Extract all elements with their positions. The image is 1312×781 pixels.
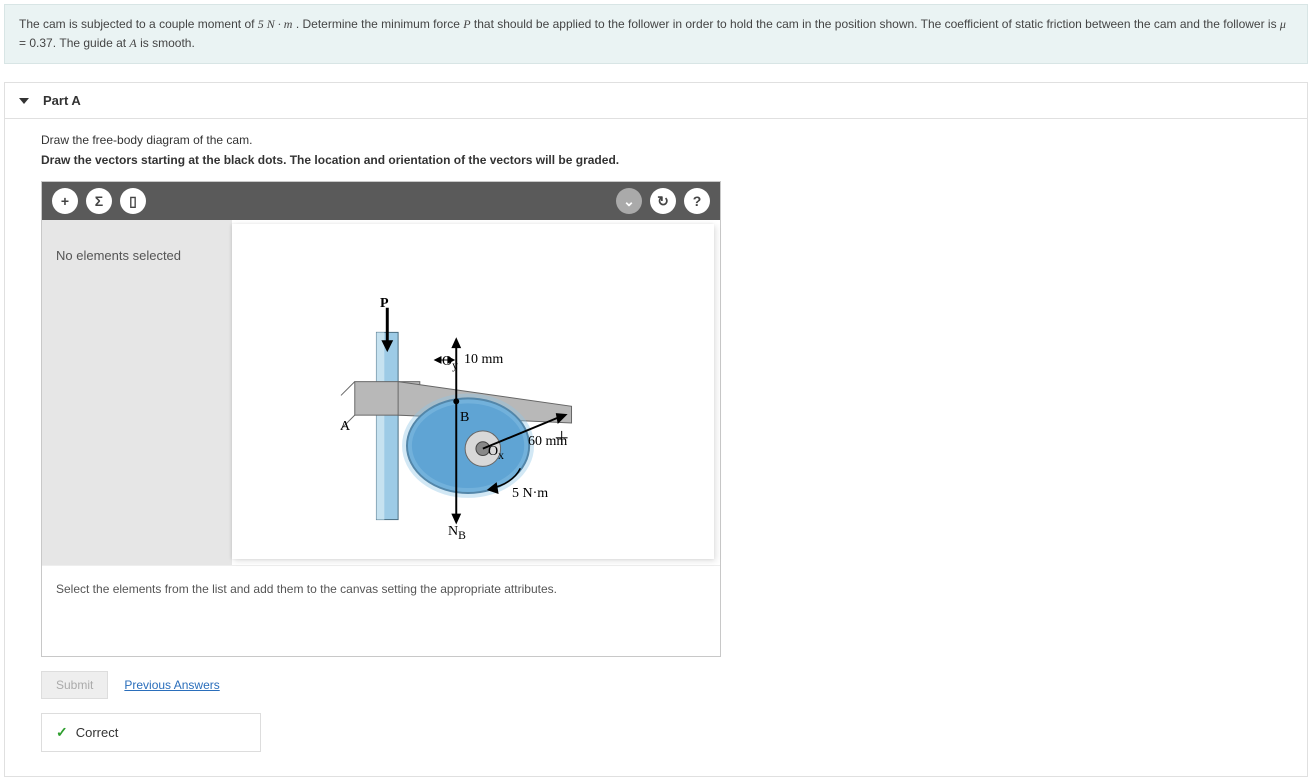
part-a-section: Part A Draw the free-body diagram of the… (4, 82, 1308, 777)
problem-var-p: P (463, 17, 470, 31)
label-nb: NB (448, 524, 466, 542)
caret-down-icon (19, 98, 29, 104)
problem-text-mid2: that should be applied to the follower i… (474, 17, 1280, 31)
delete-button[interactable]: ▯ (120, 188, 146, 214)
sum-button[interactable]: Σ (86, 188, 112, 214)
instruction-2: Draw the vectors starting at the black d… (41, 153, 1271, 167)
label-a: A (340, 419, 350, 435)
problem-statement: The cam is subjected to a couple moment … (4, 4, 1308, 64)
help-button[interactable]: ? (684, 188, 710, 214)
part-a-title: Part A (43, 93, 81, 108)
refresh-icon: ↻ (657, 193, 669, 210)
trash-icon: ▯ (129, 193, 137, 210)
problem-text-post: is smooth. (140, 36, 195, 50)
problem-text-mid1: . Determine the minimum force (296, 17, 463, 31)
canvas-frame: + Σ ▯ ⌄ ↻ ? No elements selected (41, 181, 721, 657)
label-p: P (380, 296, 389, 312)
canvas-area: No elements selected (42, 220, 720, 565)
problem-mu-eq: = 0.37. The guide at (19, 36, 129, 50)
submit-button[interactable]: Submit (41, 671, 108, 699)
canvas-toolbar: + Σ ▯ ⌄ ↻ ? (42, 182, 720, 220)
instruction-1: Draw the free-body diagram of the cam. (41, 133, 1271, 147)
diagram-svg (232, 224, 714, 559)
feedback-text: Correct (76, 725, 119, 740)
problem-moment: 5 N · m (258, 17, 293, 31)
label-moment: 5 N·m (512, 486, 548, 502)
dropdown-button[interactable]: ⌄ (616, 188, 642, 214)
help-icon: ? (693, 193, 702, 209)
plus-icon: + (61, 193, 69, 209)
drawing-canvas[interactable]: P A B Oy Ox NB 10 mm 60 mm 5 N·m (232, 224, 714, 559)
chevron-down-icon: ⌄ (623, 193, 635, 210)
label-60mm: 60 mm (528, 434, 567, 450)
selection-sidebar: No elements selected (42, 220, 232, 565)
sigma-icon: Σ (95, 193, 103, 209)
label-oy: Oy (442, 354, 458, 372)
action-row: Submit Previous Answers (41, 671, 1271, 699)
add-element-button[interactable]: + (52, 188, 78, 214)
check-icon: ✓ (56, 724, 68, 741)
previous-answers-link[interactable]: Previous Answers (124, 678, 219, 692)
part-a-body: Draw the free-body diagram of the cam. D… (5, 119, 1307, 776)
feedback-box: ✓ Correct (41, 713, 261, 752)
refresh-button[interactable]: ↻ (650, 188, 676, 214)
problem-var-a: A (129, 36, 136, 50)
label-b: B (460, 410, 469, 426)
label-ox: Ox (488, 444, 504, 462)
part-a-header[interactable]: Part A (5, 83, 1307, 119)
label-10mm: 10 mm (464, 352, 503, 368)
problem-text-pre: The cam is subjected to a couple moment … (19, 17, 258, 31)
problem-mu: μ (1280, 17, 1286, 31)
canvas-hint: Select the elements from the list and ad… (42, 565, 720, 656)
selection-status: No elements selected (56, 248, 218, 263)
